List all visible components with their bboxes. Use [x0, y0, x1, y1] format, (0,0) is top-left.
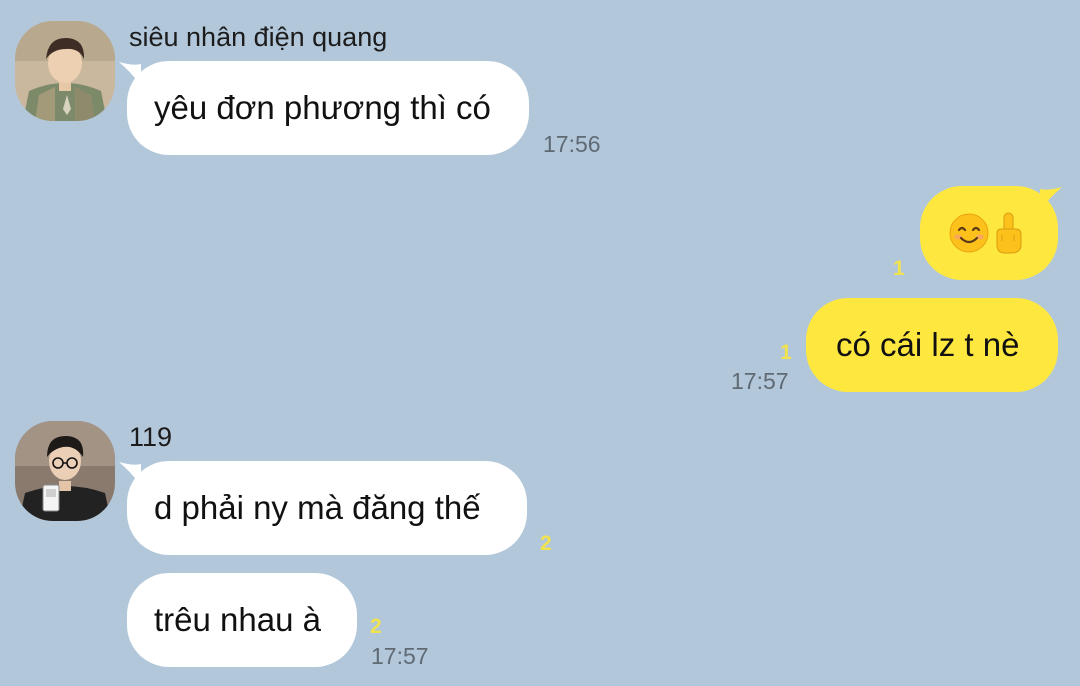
message-text: có cái lz t nè	[836, 326, 1020, 363]
unread-count: 1	[893, 257, 905, 280]
message-text: trêu nhau à	[154, 601, 321, 638]
avatar-119[interactable]	[15, 421, 115, 521]
message-bubble[interactable]: trêu nhau à	[127, 573, 357, 667]
smiling-face-emoji	[949, 213, 989, 253]
avatar-photo	[15, 421, 115, 521]
message-bubble[interactable]: yêu đơn phương thì có	[127, 61, 529, 155]
unread-count: 1	[780, 341, 792, 364]
message-text: yêu đơn phương thì có	[154, 89, 491, 126]
message-bubble[interactable]: có cái lz t nè	[806, 298, 1058, 392]
message-bubble[interactable]: d phải ny mà đăng thế	[127, 461, 527, 555]
avatar-sieu-nhan-dien-quang[interactable]	[15, 21, 115, 121]
message-timestamp: 17:57	[371, 643, 429, 669]
unread-count: 2	[370, 615, 382, 638]
unread-count: 2	[540, 532, 552, 555]
message-timestamp: 17:57	[731, 368, 789, 394]
message-timestamp: 17:56	[543, 131, 601, 157]
avatar-photo	[15, 21, 115, 121]
message-bubble-emoji[interactable]	[920, 186, 1058, 280]
message-text: d phải ny mà đăng thế	[154, 489, 481, 526]
middle-finger-emoji	[996, 212, 1022, 254]
sender-name: siêu nhân điện quang	[129, 22, 388, 52]
sender-name: 119	[129, 422, 173, 452]
